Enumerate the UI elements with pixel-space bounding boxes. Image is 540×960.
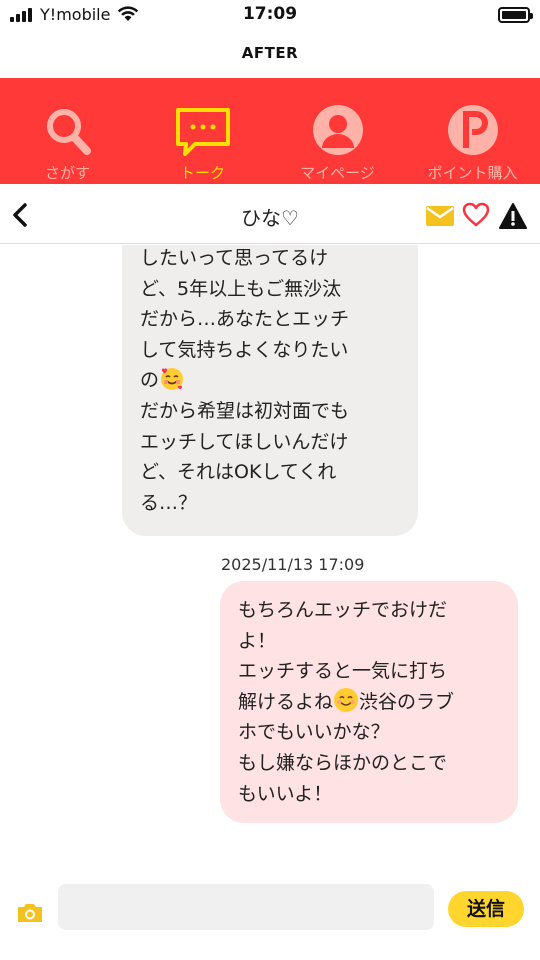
page-caption: AFTER (241, 44, 299, 62)
report-warning-icon[interactable] (498, 202, 528, 230)
battery-icon (498, 7, 533, 23)
mail-icon[interactable] (426, 206, 454, 226)
status-time: 17:09 (242, 4, 298, 24)
received-message-text: したいって思ってるけ ど、5年以上もご無沙汰 だから…あなたとエッチ して気持ち… (140, 247, 350, 514)
tab-label-mypage: マイページ (300, 164, 375, 182)
received-message-bubble: したいって思ってるけ ど、5年以上もご無沙汰 だから…あなたとエッチ して気持ち… (122, 245, 418, 537)
camera-icon[interactable] (16, 902, 44, 924)
tab-mypage[interactable]: マイページ (270, 78, 405, 184)
tab-points[interactable]: ポイント購入 (405, 78, 540, 184)
search-icon (46, 109, 91, 155)
main-tab-bar: さがす トーク マイページ ポイント購入 (0, 78, 540, 184)
tab-label-talk: トーク (179, 164, 225, 182)
send-button[interactable]: 送信 (448, 891, 524, 927)
tab-label-search: さがす (44, 164, 90, 182)
sent-message-text: もちろんエッチでおけだ よ！ エッチすると一気に打ち 解けるよね 渋谷のラブ ホで… (238, 599, 455, 805)
points-icon (447, 105, 498, 155)
favorite-heart-icon[interactable] (462, 202, 490, 228)
message-timestamp: 2025/11/13 17:09 (221, 555, 365, 574)
tab-search[interactable]: さがす (0, 78, 135, 184)
status-bar: Y!mobile 17:09 (0, 0, 540, 32)
chat-partner-name: ひな♡ (241, 206, 299, 230)
smiling-face-with-hearts-icon (161, 368, 184, 391)
sent-message-bubble: もちろんエッチでおけだ よ！ エッチすると一気に打ち 解けるよね 渋谷のラブ ホで… (220, 581, 518, 824)
smiling-face-icon (334, 687, 359, 712)
message-list[interactable]: したいって思ってるけ ど、5年以上もご無沙汰 だから…あなたとエッチ して気持ち… (0, 245, 540, 870)
chat-bubble-icon (175, 108, 230, 156)
tab-label-points: ポイント購入 (427, 164, 518, 182)
user-icon (312, 105, 363, 155)
message-input[interactable] (58, 884, 434, 930)
chat-header: ひな♡ (0, 186, 540, 244)
tab-talk[interactable]: トーク (135, 78, 270, 184)
message-composer: 送信 (0, 872, 540, 960)
